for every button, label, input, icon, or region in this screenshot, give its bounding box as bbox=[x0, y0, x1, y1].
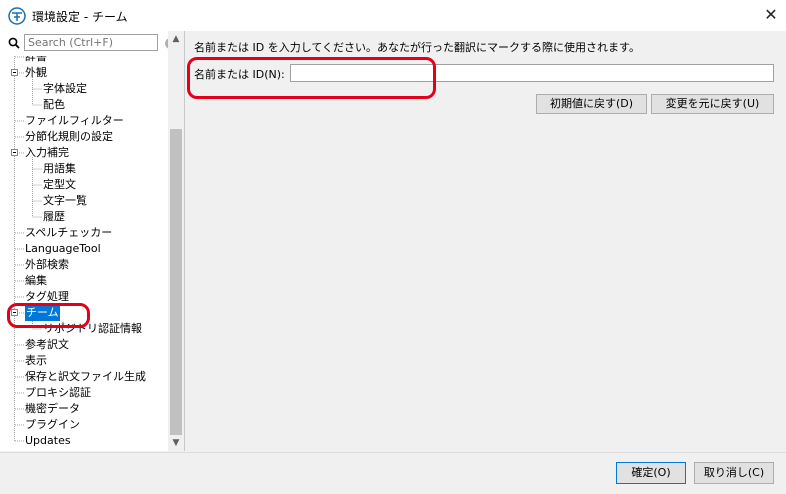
tree-item[interactable]: 辞書 bbox=[0, 56, 168, 65]
tree-item-label: プラグイン bbox=[25, 418, 80, 431]
tree-item[interactable]: 分節化規則の設定 bbox=[0, 129, 168, 145]
tree-item-label: 用語集 bbox=[43, 162, 76, 175]
tree-item-label: タグ処理 bbox=[25, 290, 69, 303]
ok-button[interactable]: 確定(O) bbox=[616, 462, 686, 484]
app-icon bbox=[8, 7, 26, 25]
tree-scrollbar[interactable]: ▲ ▼ bbox=[168, 31, 184, 451]
tree-item[interactable]: 文字一覧 bbox=[0, 193, 168, 209]
preferences-tree: 辞書外観字体設定配色ファイルフィルター 分節化規則の設定 入力補完用語集定型文文字一… bbox=[0, 56, 168, 451]
tree-item-label: 機密データ bbox=[25, 402, 80, 415]
tree-item[interactable]: スペルチェッカー bbox=[0, 225, 168, 241]
tree-item[interactable]: Updates bbox=[0, 433, 168, 449]
scroll-thumb[interactable] bbox=[170, 129, 182, 435]
close-icon[interactable]: ✕ bbox=[756, 0, 786, 31]
tree-item-label: スペルチェッカー bbox=[25, 226, 113, 239]
team-settings-panel: 名前または ID を入力してください。あなたが行った翻訳にマークする際に使用され… bbox=[185, 31, 786, 451]
name-id-label: 名前または ID(N): bbox=[194, 68, 285, 81]
tree-item[interactable]: 外観 bbox=[0, 65, 168, 81]
tree-item-label: 外部検索 bbox=[25, 258, 69, 271]
tree-item-label: 参考訳文 bbox=[25, 338, 69, 351]
tree-item-label: Updates bbox=[25, 434, 71, 447]
tree-item[interactable]: 編集 bbox=[0, 273, 168, 289]
tree-item[interactable]: 配色 bbox=[0, 97, 168, 113]
tree-item-label: プロキシ認証 bbox=[25, 386, 91, 399]
reset-defaults-button[interactable]: 初期値に戻す(D) bbox=[536, 94, 647, 114]
tree-item-label: LanguageTool bbox=[25, 242, 101, 255]
tree-collapse-icon[interactable] bbox=[11, 69, 18, 76]
tree-item[interactable]: チーム bbox=[0, 305, 168, 321]
tree-item-label: 文字一覧 bbox=[43, 194, 87, 207]
scroll-down-icon[interactable]: ▼ bbox=[168, 435, 184, 451]
cancel-button[interactable]: 取り消し(C) bbox=[694, 462, 774, 484]
tree-item[interactable]: 外部検索 bbox=[0, 257, 168, 273]
name-id-input[interactable] bbox=[290, 64, 774, 82]
tree-item[interactable]: 定型文 bbox=[0, 177, 168, 193]
tree-item[interactable]: 参考訳文 bbox=[0, 337, 168, 353]
tree-item[interactable]: 入力補完 bbox=[0, 145, 168, 161]
tree-item-label: リポジトリ認証情報 bbox=[43, 322, 142, 335]
tree-item[interactable]: LanguageTool bbox=[0, 241, 168, 257]
tree-item-label: 辞書 bbox=[25, 56, 47, 63]
tree-item[interactable]: 保存と訳文ファイル生成 bbox=[0, 369, 168, 385]
tree-item[interactable]: 機密データ bbox=[0, 401, 168, 417]
tree-item[interactable]: タグ処理 bbox=[0, 289, 168, 305]
tree-item-label: 定型文 bbox=[43, 178, 76, 191]
tree-item[interactable]: ファイルフィルター bbox=[0, 113, 168, 129]
dialog-footer: 確定(O) 取り消し(C) bbox=[0, 452, 786, 494]
preferences-sidebar: ✕ 辞書外観字体設定配色ファイルフィルター分節化規則の設定入力補完用語集定型文文… bbox=[0, 31, 185, 451]
tree-item-label: 配色 bbox=[43, 98, 65, 111]
tree-item-label: チーム bbox=[25, 305, 60, 321]
tree-item-label: 分節化規則の設定 bbox=[25, 130, 113, 143]
tree-item[interactable]: 表示 bbox=[0, 353, 168, 369]
tree-item[interactable]: 履歴 bbox=[0, 209, 168, 225]
title-bar: 環境設定 - チーム ✕ bbox=[0, 0, 786, 31]
search-icon bbox=[8, 37, 20, 49]
tree-item-label: 外観 bbox=[25, 66, 47, 79]
tree-item-label: 表示 bbox=[25, 354, 47, 367]
instruction-text: 名前または ID を入力してください。あなたが行った翻訳にマークする際に使用され… bbox=[194, 41, 640, 54]
tree-item-label: 履歴 bbox=[43, 210, 65, 223]
tree-item-label: 字体設定 bbox=[43, 82, 87, 95]
revert-changes-button[interactable]: 変更を元に戻す(U) bbox=[651, 94, 774, 114]
search-input[interactable] bbox=[24, 34, 158, 51]
tree-collapse-icon[interactable] bbox=[11, 149, 18, 156]
tree-item-label: ファイルフィルター bbox=[25, 114, 124, 127]
tree-item[interactable]: リポジトリ認証情報 bbox=[0, 321, 168, 337]
tree-item-label: 保存と訳文ファイル生成 bbox=[25, 370, 146, 383]
tree-item[interactable]: プラグイン bbox=[0, 417, 168, 433]
tree-collapse-icon[interactable] bbox=[11, 309, 18, 316]
tree-item-label: 編集 bbox=[25, 274, 47, 287]
scroll-up-icon[interactable]: ▲ bbox=[168, 31, 184, 47]
tree-item-label: 入力補完 bbox=[25, 146, 69, 159]
tree-item[interactable]: 用語集 bbox=[0, 161, 168, 177]
tree-item[interactable]: プロキシ認証 bbox=[0, 385, 168, 401]
window-title: 環境設定 - チーム bbox=[32, 10, 128, 24]
tree-item[interactable]: 字体設定 bbox=[0, 81, 168, 97]
